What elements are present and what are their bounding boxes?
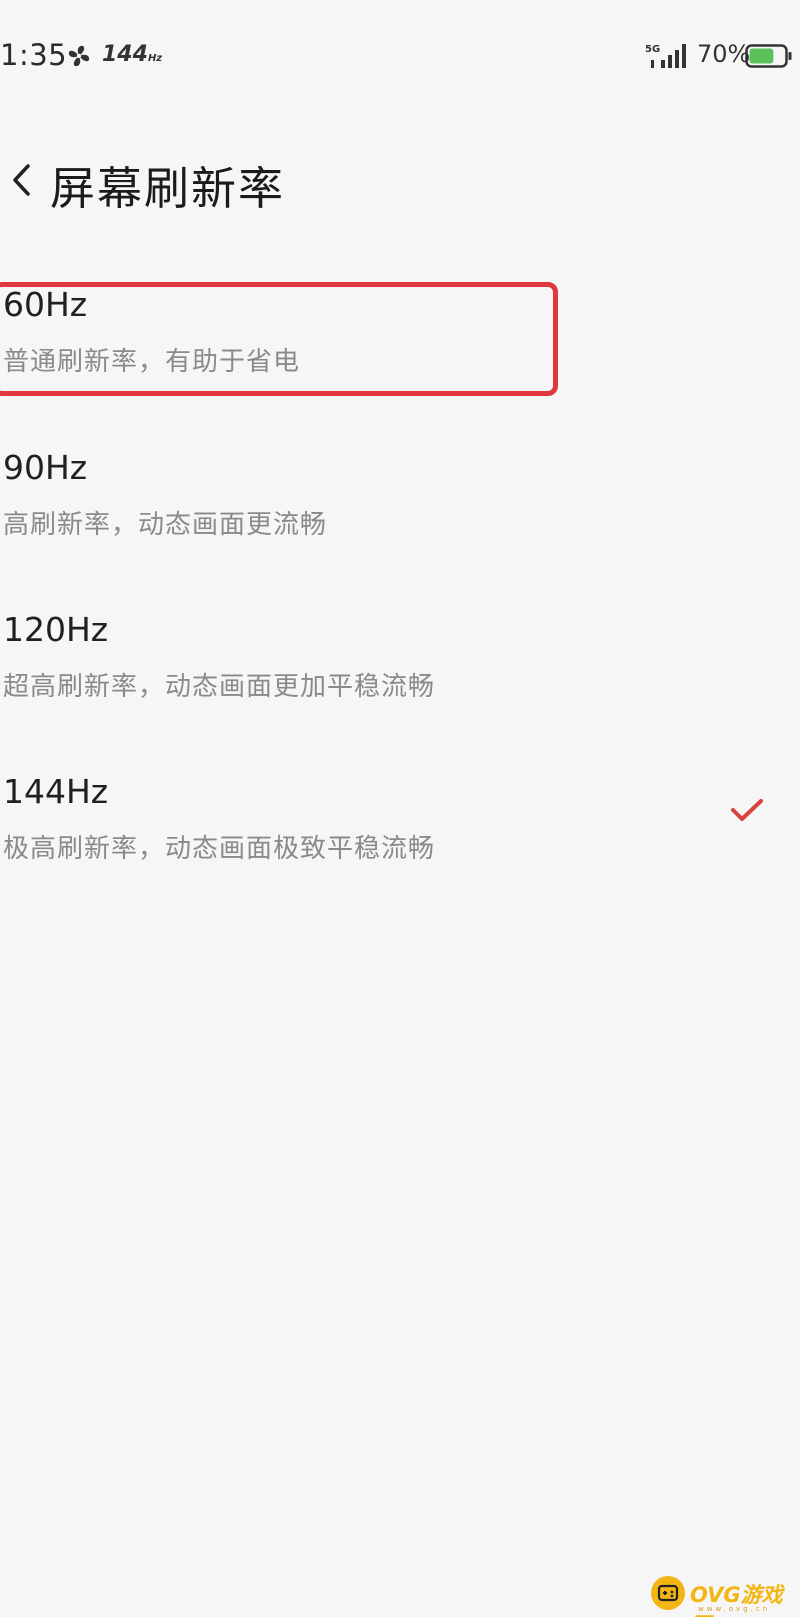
refresh-rate-value: 144 xyxy=(102,42,148,67)
option-label: 144Hz xyxy=(3,772,109,811)
battery-icon xyxy=(745,44,792,68)
header: 屏幕刷新率 xyxy=(0,140,800,220)
refresh-rate-unit: Hz xyxy=(147,53,163,64)
battery-level-fill xyxy=(749,48,774,64)
watermark-subtext: www.ovg.cn xyxy=(698,1605,771,1613)
chevron-left-icon[interactable] xyxy=(8,160,34,200)
watermark: OVG游戏网 www.ovg.cn xyxy=(650,1575,800,1617)
screen: 1:35 144Hz 5G 70% 屏幕刷新率 60Hz 普通刷新率，有助于省电… xyxy=(0,0,800,1617)
option-label: 120Hz xyxy=(3,610,109,649)
status-bar: 1:35 144Hz 5G 70% xyxy=(0,0,800,100)
option-description: 极高刷新率，动态画面极致平稳流畅 xyxy=(3,834,436,864)
fan-icon xyxy=(68,45,90,67)
battery-percentage: 70% xyxy=(697,40,751,68)
status-time: 1:35 xyxy=(0,38,68,72)
option-description: 高刷新率，动态画面更流畅 xyxy=(3,510,328,540)
option-120hz[interactable]: 120Hz 超高刷新率，动态画面更加平稳流畅 xyxy=(0,610,800,730)
status-refresh-rate: 144Hz xyxy=(102,42,162,67)
checkmark-icon xyxy=(731,799,763,821)
gamepad-logo-icon xyxy=(651,1576,685,1610)
option-description: 普通刷新率，有助于省电 xyxy=(3,347,301,377)
option-144hz[interactable]: 144Hz 极高刷新率，动态画面极致平稳流畅 xyxy=(0,772,800,892)
option-90hz[interactable]: 90Hz 高刷新率，动态画面更流畅 xyxy=(0,448,800,568)
option-label: 60Hz xyxy=(3,285,88,324)
option-description: 超高刷新率，动态画面更加平稳流畅 xyxy=(3,672,436,702)
page-title: 屏幕刷新率 xyxy=(50,162,286,215)
option-label: 90Hz xyxy=(3,448,88,487)
option-60hz[interactable]: 60Hz 普通刷新率，有助于省电 xyxy=(0,285,800,405)
network-label: 5G xyxy=(645,44,660,55)
signal-icon: 5G xyxy=(645,44,686,68)
